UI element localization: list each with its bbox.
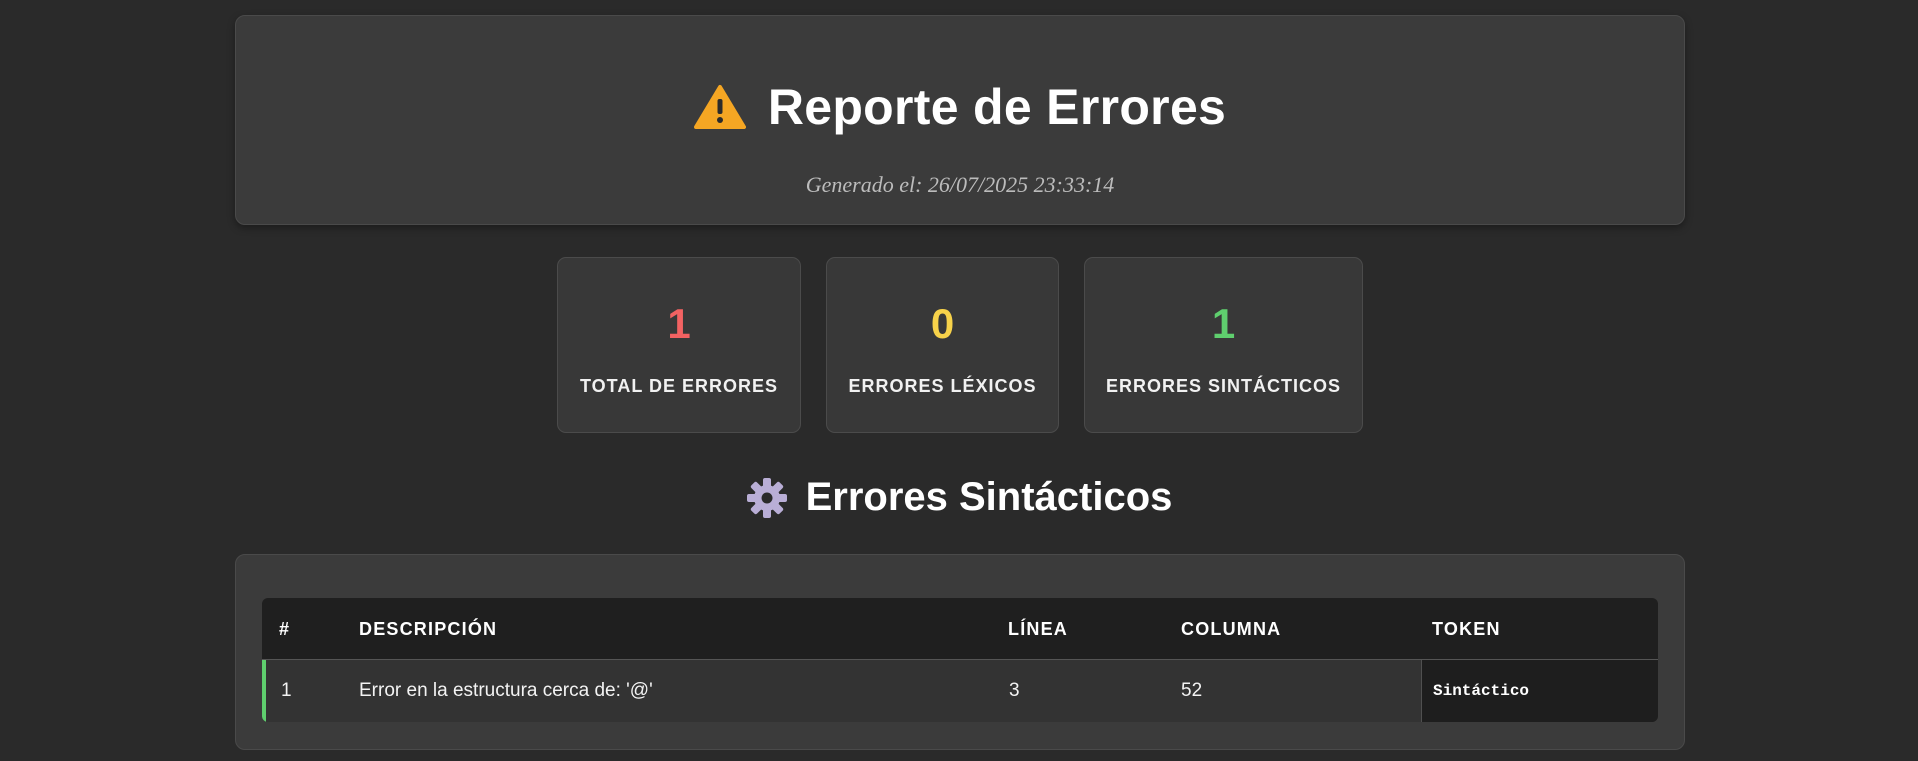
report-title: Reporte de Errores [236, 78, 1684, 136]
stat-card-lexical: 0 ERRORES LÉXICOS [826, 257, 1059, 433]
cell-token: Sintáctico [1421, 660, 1658, 722]
stat-card-syntactic: 1 ERRORES SINTÁCTICOS [1084, 257, 1363, 433]
table-row: 1 Error en la estructura cerca de: '@' 3… [262, 660, 1658, 722]
header-number: # [279, 618, 291, 639]
cell-column: 52 [1181, 680, 1203, 701]
cell-line: 3 [1009, 680, 1020, 701]
stat-card-total: 1 TOTAL DE ERRORES [557, 257, 801, 433]
stat-value-total: 1 [667, 300, 691, 347]
errors-table-card: # DESCRIPCIÓN LÍNEA COLUMNA TOKEN 1 Erro… [235, 554, 1685, 750]
table-header-row: # DESCRIPCIÓN LÍNEA COLUMNA TOKEN [262, 598, 1658, 660]
section-title-text: Errores Sintácticos [805, 475, 1173, 519]
header-column: COLUMNA [1181, 618, 1282, 639]
stat-value-syntactic: 1 [1211, 300, 1236, 347]
errors-table: # DESCRIPCIÓN LÍNEA COLUMNA TOKEN 1 Erro… [262, 598, 1658, 722]
generated-timestamp: Generado el: 26/07/2025 23:33:14 [805, 172, 1115, 197]
header-token: TOKEN [1432, 618, 1501, 639]
section-title: Errores Sintácticos [0, 475, 1918, 520]
stat-value-lexical: 0 [930, 300, 955, 347]
report-title-text: Reporte de Errores [767, 79, 1227, 135]
warning-icon [693, 85, 746, 129]
gear-icon [746, 477, 787, 518]
report-header: Reporte de Errores Generado el: 26/07/20… [235, 15, 1685, 225]
header-line: LÍNEA [1008, 618, 1068, 639]
stat-label-total: TOTAL DE ERRORES [579, 376, 779, 396]
cell-description: Error en la estructura cerca de: '@' [359, 680, 653, 701]
stat-label-syntactic: ERRORES SINTÁCTICOS [1105, 376, 1342, 396]
header-description: DESCRIPCIÓN [359, 618, 498, 639]
cell-number: 1 [281, 680, 292, 701]
stat-label-lexical: ERRORES LÉXICOS [848, 376, 1037, 396]
